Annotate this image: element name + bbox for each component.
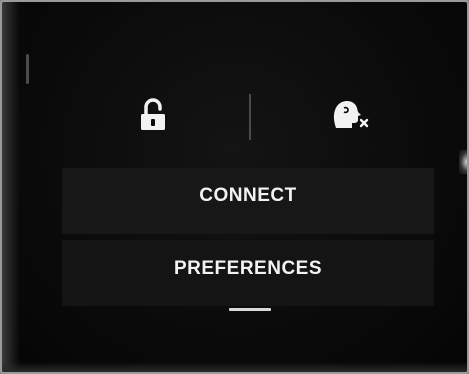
screen-bottom-edge [2, 362, 467, 372]
screen-bezel [2, 2, 20, 372]
connect-label: CONNECT [199, 185, 297, 206]
preferences-button[interactable]: PREFERENCES [62, 240, 434, 306]
glare-reflection [26, 54, 29, 84]
unlocked-padlock-icon[interactable] [138, 98, 168, 132]
device-screen: CONNECT PREFERENCES [0, 0, 469, 374]
status-divider [249, 94, 251, 140]
main-menu: CONNECT PREFERENCES [62, 164, 434, 306]
light-glint [459, 150, 467, 174]
status-bar [62, 90, 434, 142]
page-indicator [229, 308, 271, 311]
connect-button[interactable]: CONNECT [62, 168, 434, 234]
driver-voice-off-icon[interactable] [330, 98, 370, 132]
preferences-label: PREFERENCES [173, 258, 323, 279]
